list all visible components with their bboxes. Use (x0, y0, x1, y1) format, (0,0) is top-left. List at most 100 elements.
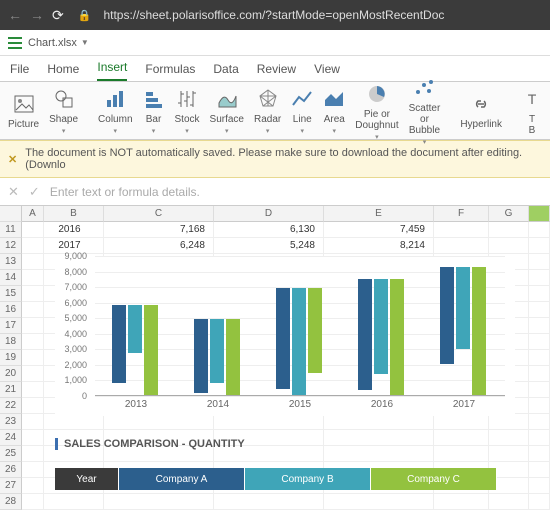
row-header-11[interactable]: 11 (0, 222, 22, 238)
bar[interactable] (456, 267, 470, 349)
cell[interactable] (22, 414, 44, 430)
cell[interactable] (489, 238, 529, 254)
cell[interactable] (324, 414, 434, 430)
cell[interactable] (489, 414, 529, 430)
cell[interactable] (434, 446, 489, 462)
cell[interactable] (22, 238, 44, 254)
formula-input[interactable]: Enter text or formula details. (50, 185, 200, 199)
cell[interactable] (214, 414, 324, 430)
ribbon-column[interactable]: Column▾ (98, 86, 132, 135)
cell[interactable] (529, 222, 550, 238)
cell[interactable] (434, 430, 489, 446)
filename[interactable]: Chart.xlsx (28, 37, 77, 49)
cell[interactable] (489, 222, 529, 238)
ribbon-shape[interactable]: Shape▾ (49, 86, 78, 135)
cell[interactable] (104, 414, 214, 430)
bar[interactable] (358, 279, 372, 391)
cell[interactable] (489, 446, 529, 462)
tab-review[interactable]: Review (257, 62, 296, 81)
cell[interactable] (529, 350, 550, 366)
ribbon-line[interactable]: Line▾ (291, 86, 313, 135)
bar[interactable] (144, 305, 158, 395)
cell[interactable] (324, 446, 434, 462)
cell[interactable]: 5,248 (214, 238, 324, 254)
bar[interactable] (292, 288, 306, 395)
row-header-24[interactable]: 24 (0, 430, 22, 446)
formula-accept-icon[interactable]: ✓ (29, 184, 40, 200)
cell[interactable] (22, 302, 44, 318)
cell[interactable] (22, 430, 44, 446)
ribbon-bar[interactable]: Bar▾ (143, 86, 165, 135)
cell[interactable] (22, 462, 44, 478)
cell[interactable] (529, 430, 550, 446)
cell[interactable]: 7,168 (104, 222, 214, 238)
bar[interactable] (194, 319, 208, 394)
col-header-A[interactable]: A (22, 206, 44, 222)
cell[interactable]: 8,214 (324, 238, 434, 254)
cell[interactable] (22, 446, 44, 462)
cell[interactable] (489, 494, 529, 510)
cell[interactable] (44, 414, 104, 430)
row-header-28[interactable]: 28 (0, 494, 22, 510)
tab-home[interactable]: Home (47, 62, 79, 81)
col-header-B[interactable]: B (44, 206, 104, 222)
ribbon-radar[interactable]: Radar▾ (254, 86, 281, 135)
cell[interactable] (104, 494, 214, 510)
cell[interactable] (529, 270, 550, 286)
ribbon-stock[interactable]: Stock▾ (175, 86, 200, 135)
tab-insert[interactable]: Insert (97, 60, 127, 81)
cell[interactable] (22, 494, 44, 510)
filename-dropdown-icon[interactable]: ▼ (81, 38, 89, 47)
bar[interactable] (226, 319, 240, 395)
row-header-25[interactable]: 25 (0, 446, 22, 462)
cell[interactable] (529, 302, 550, 318)
tab-view[interactable]: View (314, 62, 340, 81)
row-header-14[interactable]: 14 (0, 270, 22, 286)
back-icon[interactable]: ← (8, 7, 22, 23)
bar[interactable] (374, 279, 388, 374)
reload-icon[interactable]: ⟳ (52, 7, 64, 24)
cell[interactable] (529, 414, 550, 430)
chart[interactable]: 01,0002,0003,0004,0005,0006,0007,0008,00… (55, 256, 515, 416)
row-header-15[interactable]: 15 (0, 286, 22, 302)
cell[interactable] (434, 222, 489, 238)
row-header-21[interactable]: 21 (0, 382, 22, 398)
address-bar[interactable]: https://sheet.polarisoffice.com/?startMo… (103, 8, 444, 22)
bar[interactable] (128, 305, 142, 353)
col-header-D[interactable]: D (214, 206, 324, 222)
cell[interactable] (529, 318, 550, 334)
row-header-17[interactable]: 17 (0, 318, 22, 334)
bar[interactable] (276, 288, 290, 389)
tab-data[interactable]: Data (213, 62, 238, 81)
cell[interactable] (324, 494, 434, 510)
ribbon-surface[interactable]: Surface▾ (210, 86, 244, 135)
cell[interactable] (214, 494, 324, 510)
cell[interactable] (529, 382, 550, 398)
row-header-22[interactable]: 22 (0, 398, 22, 414)
col-header-C[interactable]: C (104, 206, 214, 222)
cell[interactable] (324, 430, 434, 446)
cell[interactable] (22, 398, 44, 414)
row-header-27[interactable]: 27 (0, 478, 22, 494)
row-header-16[interactable]: 16 (0, 302, 22, 318)
formula-cancel-icon[interactable]: ✕ (8, 184, 19, 200)
ribbon-area[interactable]: Area▾ (323, 86, 345, 135)
cell[interactable] (434, 494, 489, 510)
cell[interactable] (489, 430, 529, 446)
cell[interactable]: 6,248 (104, 238, 214, 254)
cell[interactable] (529, 286, 550, 302)
cell[interactable]: 6,130 (214, 222, 324, 238)
bar[interactable] (390, 279, 404, 395)
cell[interactable] (529, 398, 550, 414)
cell[interactable] (22, 382, 44, 398)
cell[interactable] (22, 318, 44, 334)
bar[interactable] (440, 267, 454, 364)
cell[interactable] (22, 350, 44, 366)
bar[interactable] (210, 319, 224, 383)
cell[interactable] (434, 238, 489, 254)
row-header-20[interactable]: 20 (0, 366, 22, 382)
cell[interactable] (529, 238, 550, 254)
cell[interactable] (529, 494, 550, 510)
tab-file[interactable]: File (10, 62, 29, 81)
cell[interactable] (22, 366, 44, 382)
